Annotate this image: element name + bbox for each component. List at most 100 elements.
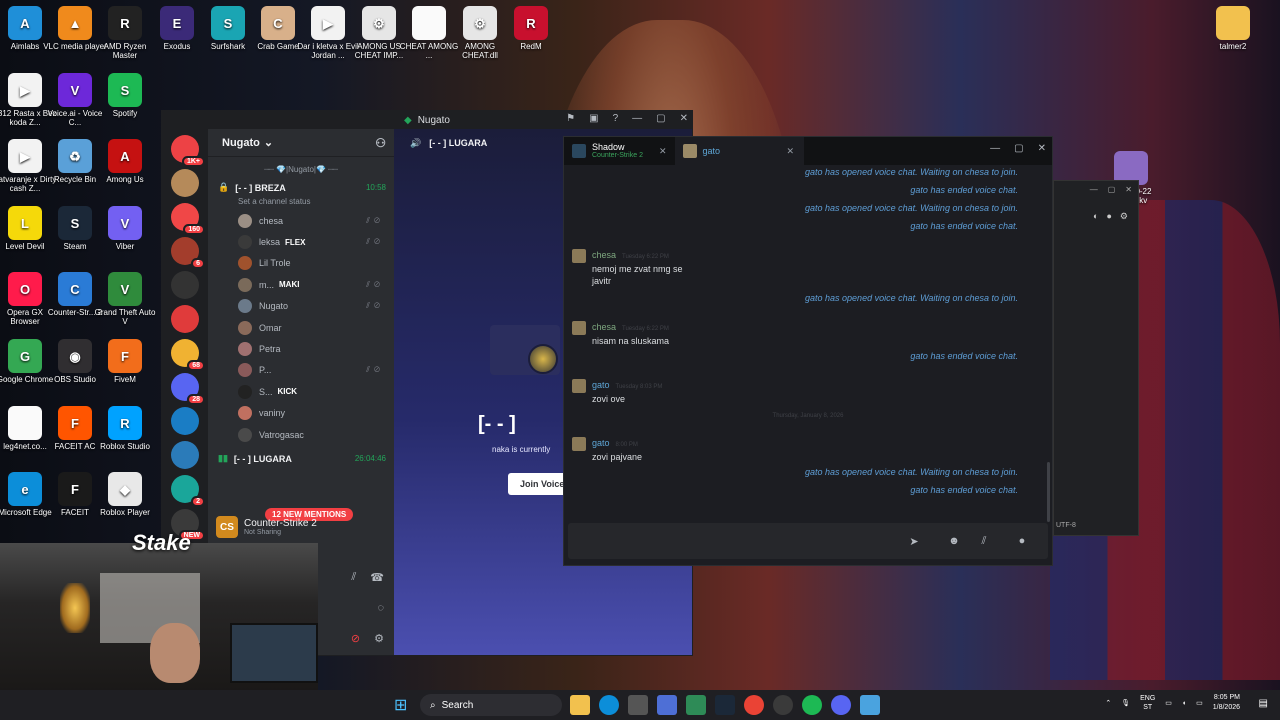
taskbar-search[interactable]: ⌕ Search bbox=[420, 694, 562, 716]
soundboard-icon[interactable]: ⫽ bbox=[351, 571, 356, 584]
server-icon[interactable]: 2 bbox=[171, 475, 205, 507]
server-icon[interactable]: 1K+ bbox=[171, 135, 205, 167]
channel-category[interactable]: ┈┈ 💎|Nugato|💎 ┈┈ bbox=[208, 157, 394, 178]
voice-member[interactable]: leksa FLEX ⫽⊘ bbox=[208, 231, 394, 252]
desktop-icon[interactable]: V Viber bbox=[92, 206, 158, 251]
server-icon[interactable] bbox=[171, 305, 199, 333]
app-icon: ◆ bbox=[108, 472, 142, 506]
dm-chat-window[interactable]: Shadow Counter-Strike 2 ✕ gato ✕ — ▢ ✕ g… bbox=[563, 136, 1053, 566]
scrollbar[interactable] bbox=[1047, 462, 1050, 522]
desktop-icon[interactable]: ◆ Roblox Player bbox=[92, 472, 158, 517]
channel-status[interactable]: Set a channel status bbox=[208, 197, 394, 210]
edge-icon[interactable] bbox=[599, 695, 619, 715]
mute-icon[interactable]: ⊘ bbox=[351, 632, 360, 645]
app-icon[interactable] bbox=[657, 695, 677, 715]
server-icon[interactable]: 160 bbox=[171, 203, 205, 235]
chrome-icon[interactable] bbox=[744, 695, 764, 715]
file-explorer-icon[interactable] bbox=[570, 695, 590, 715]
avatar bbox=[572, 379, 586, 393]
taskbar-clock[interactable]: 8:05 PM 1/8/2026 bbox=[1213, 693, 1240, 713]
notepad-icon[interactable] bbox=[860, 695, 880, 715]
voice-channel-breza[interactable]: 🔒 [- - ] BREZA 10:58 bbox=[208, 178, 394, 197]
noise-suppression-icon[interactable]: ◌ bbox=[377, 602, 384, 614]
settings-icon[interactable]: ⚙ bbox=[1120, 211, 1128, 222]
server-icon[interactable]: 6 bbox=[171, 237, 205, 269]
close-tab-icon[interactable]: ✕ bbox=[787, 146, 795, 157]
obs-icon[interactable] bbox=[773, 695, 793, 715]
send-icon[interactable]: ➤ bbox=[904, 531, 924, 551]
windows-start-icon[interactable]: ⊞ bbox=[394, 695, 414, 715]
voice-member[interactable]: P... ⫽⊘ bbox=[208, 360, 394, 381]
steam-icon[interactable] bbox=[715, 695, 735, 715]
chevron-down-icon: ⌄ bbox=[263, 137, 274, 149]
close-button[interactable]: ✕ bbox=[1038, 143, 1046, 154]
chrome-icon[interactable]: ◐ bbox=[1093, 211, 1098, 222]
minimize-button[interactable]: — bbox=[990, 143, 1000, 154]
voice-member[interactable]: S... KICK bbox=[208, 381, 394, 402]
close-button[interactable]: ✕ bbox=[680, 113, 688, 124]
server-icon[interactable]: 28 bbox=[171, 373, 205, 405]
inbox-icon[interactable]: ▣ bbox=[589, 113, 598, 124]
maximize-button[interactable]: ▢ bbox=[656, 113, 665, 124]
desktop-icon[interactable]: R RedM bbox=[498, 6, 564, 51]
minimize-button[interactable]: — bbox=[632, 113, 642, 124]
desktop-icon[interactable]: F FiveM bbox=[92, 339, 158, 384]
voice-channel-lugara[interactable]: ▮▮ [- - ] LUGARA 26:04:46 bbox=[208, 449, 394, 468]
help-icon[interactable]: ? bbox=[613, 113, 619, 124]
server-icon[interactable] bbox=[171, 441, 199, 469]
tab-shadow[interactable]: Shadow Counter-Strike 2 ✕ bbox=[564, 137, 675, 165]
background-browser-window[interactable]: — ▢ ✕ ◐ ● ⚙ UTF-8 bbox=[1053, 180, 1139, 536]
desktop-icon[interactable]: talmer2 bbox=[1200, 6, 1266, 51]
muted-icon: ⫽⊘ bbox=[366, 365, 384, 375]
message-author[interactable]: chesa bbox=[592, 250, 616, 260]
notification-icon[interactable]: ▤ bbox=[1259, 698, 1268, 709]
voice-member[interactable]: Nugato ⫽⊘ bbox=[208, 296, 394, 317]
disconnect-icon[interactable]: ☎ bbox=[370, 571, 384, 584]
server-icon[interactable] bbox=[171, 169, 199, 197]
voice-member[interactable]: Vatrogasac bbox=[208, 424, 394, 445]
message-author[interactable]: chesa bbox=[592, 322, 616, 332]
ghost-window-controls[interactable]: — ▢ ✕ bbox=[1090, 185, 1132, 194]
voice-member[interactable]: Petra bbox=[208, 338, 394, 359]
voice-member[interactable]: Omar bbox=[208, 317, 394, 338]
desktop-icon[interactable]: R Roblox Studio bbox=[92, 406, 158, 451]
battery-icon[interactable]: ▭ bbox=[1196, 699, 1203, 707]
emoji-icon[interactable]: ☻ bbox=[944, 531, 964, 551]
chevron-up-icon[interactable]: ⌃ bbox=[1105, 699, 1111, 707]
mic-icon[interactable]: 🎙 bbox=[1121, 699, 1130, 707]
server-icon[interactable] bbox=[171, 407, 199, 435]
close-tab-icon[interactable]: ✕ bbox=[659, 146, 667, 157]
desktop-icon[interactable]: V Grand Theft Auto V bbox=[92, 272, 158, 326]
voice-member[interactable]: vaniny bbox=[208, 403, 394, 424]
gear-icon[interactable]: ⚙ bbox=[374, 632, 384, 645]
invite-icon[interactable]: ⚇ bbox=[375, 136, 386, 150]
system-message: gato has ended voice chat. bbox=[910, 485, 1018, 495]
attachment-icon[interactable]: ⫽ bbox=[974, 531, 994, 551]
message-input[interactable]: ➤ ☻ ⫽ ● bbox=[568, 523, 1048, 559]
message-author[interactable]: gato bbox=[592, 438, 610, 448]
language-indicator[interactable]: ENG ST bbox=[1140, 694, 1155, 712]
desktop-icon[interactable]: S Spotify bbox=[92, 73, 158, 118]
xbox-icon[interactable] bbox=[686, 695, 706, 715]
app-icon: V bbox=[108, 206, 142, 240]
server-icon[interactable]: 68 bbox=[171, 339, 205, 371]
discord-icon[interactable] bbox=[831, 695, 851, 715]
voice-icon[interactable]: ● bbox=[1012, 531, 1032, 551]
server-header[interactable]: Nugato ⌄ ⚇ bbox=[208, 129, 394, 157]
ghost-toolbar[interactable]: ◐ ● ⚙ bbox=[1093, 211, 1128, 222]
store-icon[interactable] bbox=[628, 695, 648, 715]
profile-icon[interactable]: ● bbox=[1106, 211, 1111, 222]
network-icon[interactable]: ▭ bbox=[1165, 699, 1172, 707]
flag-icon[interactable]: ⚑ bbox=[566, 113, 575, 124]
maximize-button[interactable]: ▢ bbox=[1014, 143, 1023, 154]
member-name: Petra bbox=[259, 344, 281, 355]
spotify-icon[interactable] bbox=[802, 695, 822, 715]
voice-member[interactable]: chesa ⫽⊘ bbox=[208, 210, 394, 231]
server-icon[interactable] bbox=[171, 271, 199, 299]
voice-member[interactable]: m... MAKI ⫽⊘ bbox=[208, 274, 394, 295]
message-author[interactable]: gato bbox=[592, 380, 610, 390]
voice-member[interactable]: Lil Trole bbox=[208, 253, 394, 274]
volume-icon[interactable]: ◖ bbox=[1182, 700, 1186, 707]
desktop-icon[interactable]: A Among Us bbox=[92, 139, 158, 184]
tab-gato[interactable]: gato ✕ bbox=[674, 137, 805, 165]
